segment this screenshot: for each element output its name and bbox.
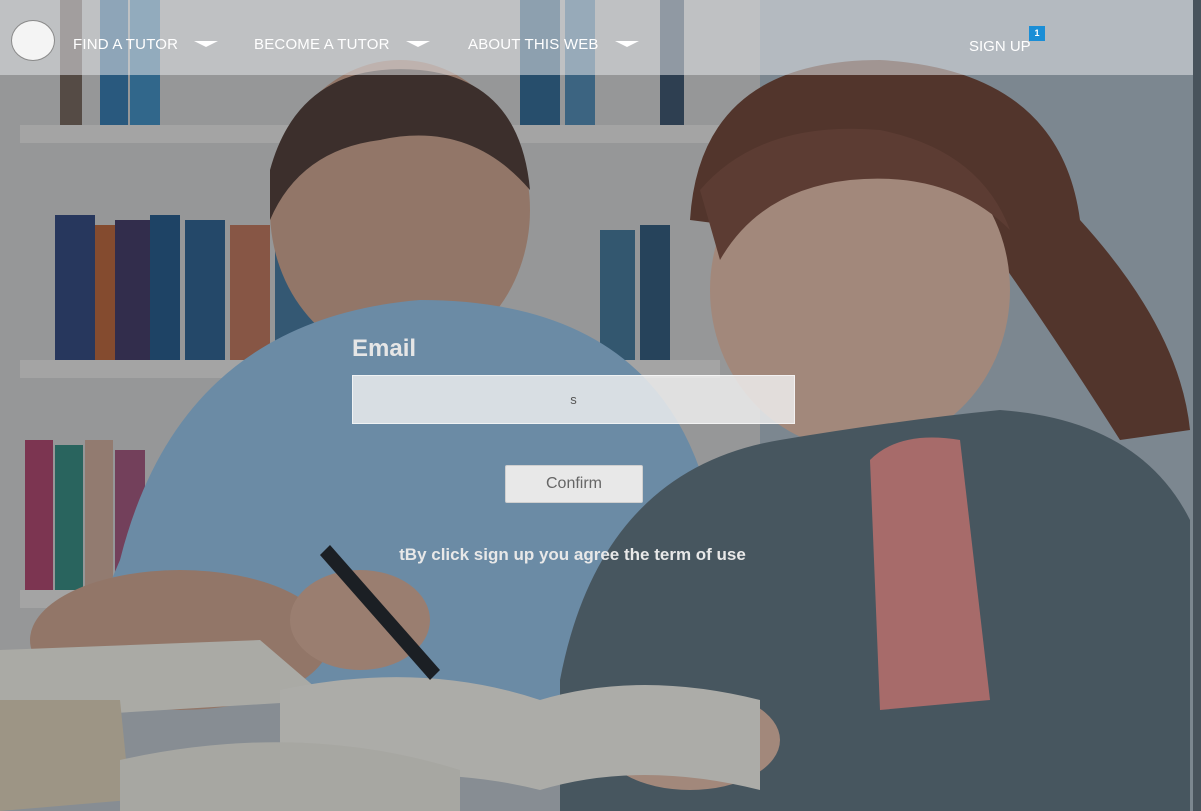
nav-find-a-tutor-label: FIND A TUTOR: [73, 36, 179, 53]
chevron-down-icon: [614, 40, 639, 47]
window-edge: [1193, 0, 1201, 811]
terms-text: tBy click sign up you agree the term of …: [399, 545, 746, 564]
confirm-button[interactable]: Confirm: [505, 465, 643, 503]
nav-become-a-tutor-label: BECOME A TUTOR: [254, 36, 390, 53]
top-navbar: FIND A TUTOR BECOME A TUTOR ABOUT THIS W…: [0, 0, 1201, 75]
email-input[interactable]: [352, 375, 795, 424]
signup-badge: 1: [1029, 26, 1045, 41]
nav-about-this-web-label: ABOUT THIS WEB: [468, 36, 599, 53]
chevron-down-icon: [405, 40, 430, 47]
chevron-down-icon: [194, 40, 219, 47]
nav-find-a-tutor[interactable]: FIND A TUTOR: [73, 36, 219, 53]
email-label: Email: [352, 335, 417, 362]
nav-become-a-tutor[interactable]: BECOME A TUTOR: [254, 36, 430, 53]
logo-circle-icon[interactable]: [11, 20, 55, 61]
nav-about-this-web[interactable]: ABOUT THIS WEB: [468, 36, 639, 53]
page: FIND A TUTOR BECOME A TUTOR ABOUT THIS W…: [0, 0, 1201, 811]
signup-link[interactable]: SIGN UP: [969, 38, 1031, 55]
